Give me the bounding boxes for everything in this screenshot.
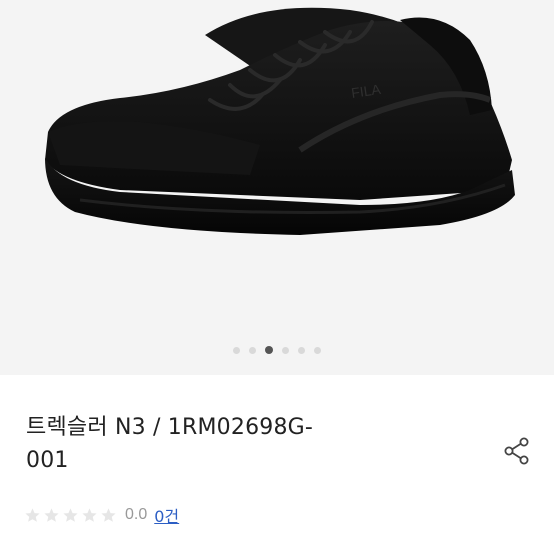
product-title-line-2: 001 (26, 448, 69, 473)
product-info: 트렉슬러 N3 / 1RM02698G- 001 0.0 0건 (0, 375, 554, 554)
carousel-dot[interactable] (233, 346, 240, 354)
share-button[interactable] (500, 434, 534, 468)
carousel-dot[interactable] (282, 346, 289, 354)
carousel-dot[interactable] (265, 346, 273, 354)
star-icon (63, 507, 78, 522)
carousel-pagination (0, 344, 554, 356)
star-icon (25, 507, 40, 522)
star-icon (82, 507, 97, 522)
product-image: FILA (45, 7, 515, 235)
star-icon (101, 507, 116, 522)
share-icon (504, 437, 529, 465)
product-title-line-1: 트렉슬러 N3 / 1RM02698G- (26, 415, 314, 440)
rating-row: 0.0 0건 (24, 503, 179, 527)
carousel-dot[interactable] (298, 346, 305, 354)
product-image-carousel[interactable]: FILA (0, 0, 554, 375)
review-count-link[interactable]: 0건 (154, 503, 179, 527)
star-rating (24, 507, 117, 524)
carousel-dot[interactable] (249, 346, 256, 354)
product-title: 트렉슬러 N3 / 1RM02698G- 001 (26, 411, 446, 477)
carousel-dot[interactable] (314, 346, 321, 354)
rating-value: 0.0 (125, 506, 148, 523)
star-icon (44, 507, 59, 522)
